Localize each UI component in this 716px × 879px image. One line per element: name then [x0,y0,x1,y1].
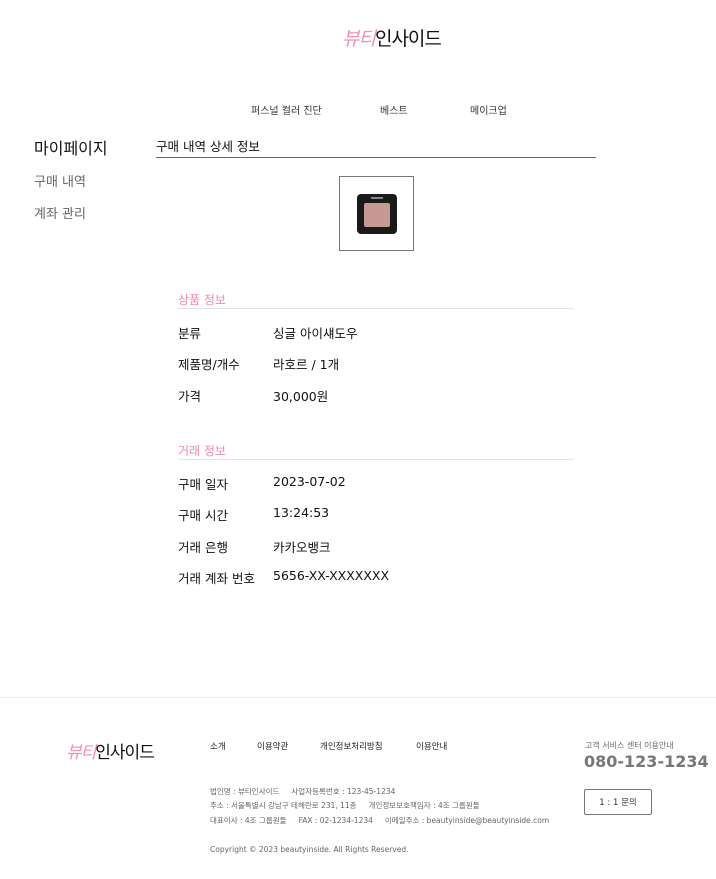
product-info-heading: 상품 정보 [178,293,226,307]
page-title: 구매 내역 상세 정보 [156,139,260,154]
footer-info-line3: 대표이사 : 4조 그룹원들 FAX : 02-1234-1234 이메일주소 : … [210,815,561,826]
ceo: 대표이사 : 4조 그룹원들 [210,816,287,825]
footer-link-about[interactable]: 소개 [210,740,226,752]
price-value: 30,000원 [273,389,329,404]
customer-service-phone: 080-123-1234 [584,752,709,771]
footer-info-line1: 법인명 : 뷰티인사이드 사업자등록번호 : 123-45-1234 [210,786,407,797]
product-image [339,176,414,251]
price-label: 가격 [178,389,202,404]
bank-value: 카카오뱅크 [273,540,331,555]
account-number-value: 5656-XX-XXXXXXX [273,568,390,583]
nav-makeup[interactable]: 메이크업 [470,102,507,117]
bank-label: 거래 은행 [178,540,228,555]
footer-link-privacy[interactable]: 개인정보처리방침 [320,740,383,752]
business-number: 사업자등록번호 : 123-45-1234 [291,787,396,796]
site-logo[interactable]: 뷰티인사이드 [342,24,442,51]
sidebar-item-purchase-history[interactable]: 구매 내역 [34,171,86,190]
footer-divider [0,697,716,698]
customer-service-label: 고객 서비스 센터 이용안내 [585,741,674,750]
fax: FAX : 02-1234-1234 [298,816,373,825]
transaction-info-heading: 거래 정보 [178,444,226,458]
nav-personal-color[interactable]: 퍼스널 컬러 진단 [251,102,322,117]
sidebar-title: 마이페이지 [34,139,108,158]
nav-best[interactable]: 베스트 [380,102,408,117]
footer-logo[interactable]: 뷰티인사이드 [66,738,155,763]
category-label: 분류 [178,326,202,341]
title-divider [156,157,596,158]
transaction-info-divider [178,459,574,460]
logo-part-pink: 뷰티 [342,28,376,50]
purchase-time-value: 13:24:53 [273,505,330,520]
logo-part-black: 인사이드 [374,28,442,50]
footer-link-terms[interactable]: 이용약관 [257,740,288,752]
purchase-time-label: 구매 시간 [178,508,228,523]
footer-link-guide[interactable]: 이용안내 [416,740,447,752]
product-name-value: 라호르 / 1개 [273,357,340,372]
product-info-divider [178,308,574,309]
footer-logo-part-pink: 뷰티 [66,743,96,763]
company-address: 주소 : 서울특별시 강남구 테헤란로 231, 11층 [210,801,357,810]
account-number-label: 거래 계좌 번호 [178,571,255,586]
product-name-label: 제품명/개수 [178,357,240,372]
footer-logo-part-black: 인사이드 [95,743,155,763]
purchase-date-value: 2023-07-02 [273,474,346,489]
main-nav: 퍼스널 컬러 진단 베스트 메이크업 [0,102,716,117]
privacy-officer: 개인정보보호책임자 : 4조 그룹원들 [368,801,480,810]
eyeshadow-compact-image [357,194,397,234]
purchase-date-label: 구매 일자 [178,477,228,492]
copyright: Copyright © 2023 beautyinside. All Right… [210,845,409,854]
company-name: 법인명 : 뷰티인사이드 [210,787,280,796]
footer-info-line2: 주소 : 서울특별시 강남구 테헤란로 231, 11층 개인정보보호책임자 : … [210,800,492,811]
category-value: 싱글 아이섀도우 [273,326,358,341]
email: 이메일주소 : beautyinside@beautyinside.com [384,816,550,825]
one-to-one-inquiry-button[interactable]: 1 : 1 문의 [584,789,652,815]
sidebar-item-account-management[interactable]: 계좌 관리 [34,203,86,222]
